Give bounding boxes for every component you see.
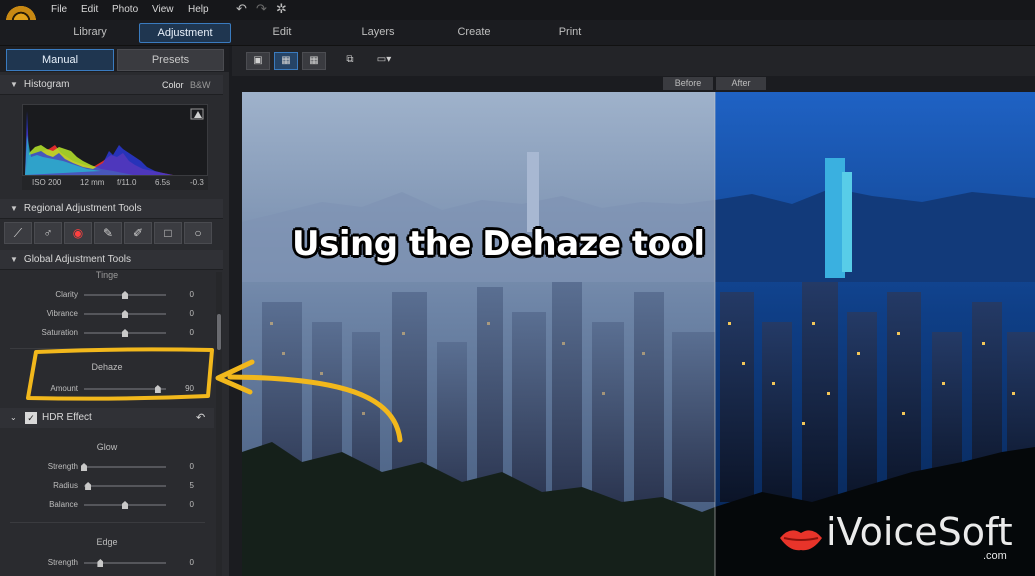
arrow-shaft <box>227 374 403 443</box>
watermark-domain: .com <box>983 550 1007 562</box>
annotation-layer <box>26 347 403 443</box>
watermark-brand: iVoiceSoft <box>826 510 1013 554</box>
highlight-box <box>26 347 214 401</box>
watermark-logo: iVoiceSoft .com <box>778 510 1028 570</box>
lips-icon <box>780 530 822 551</box>
